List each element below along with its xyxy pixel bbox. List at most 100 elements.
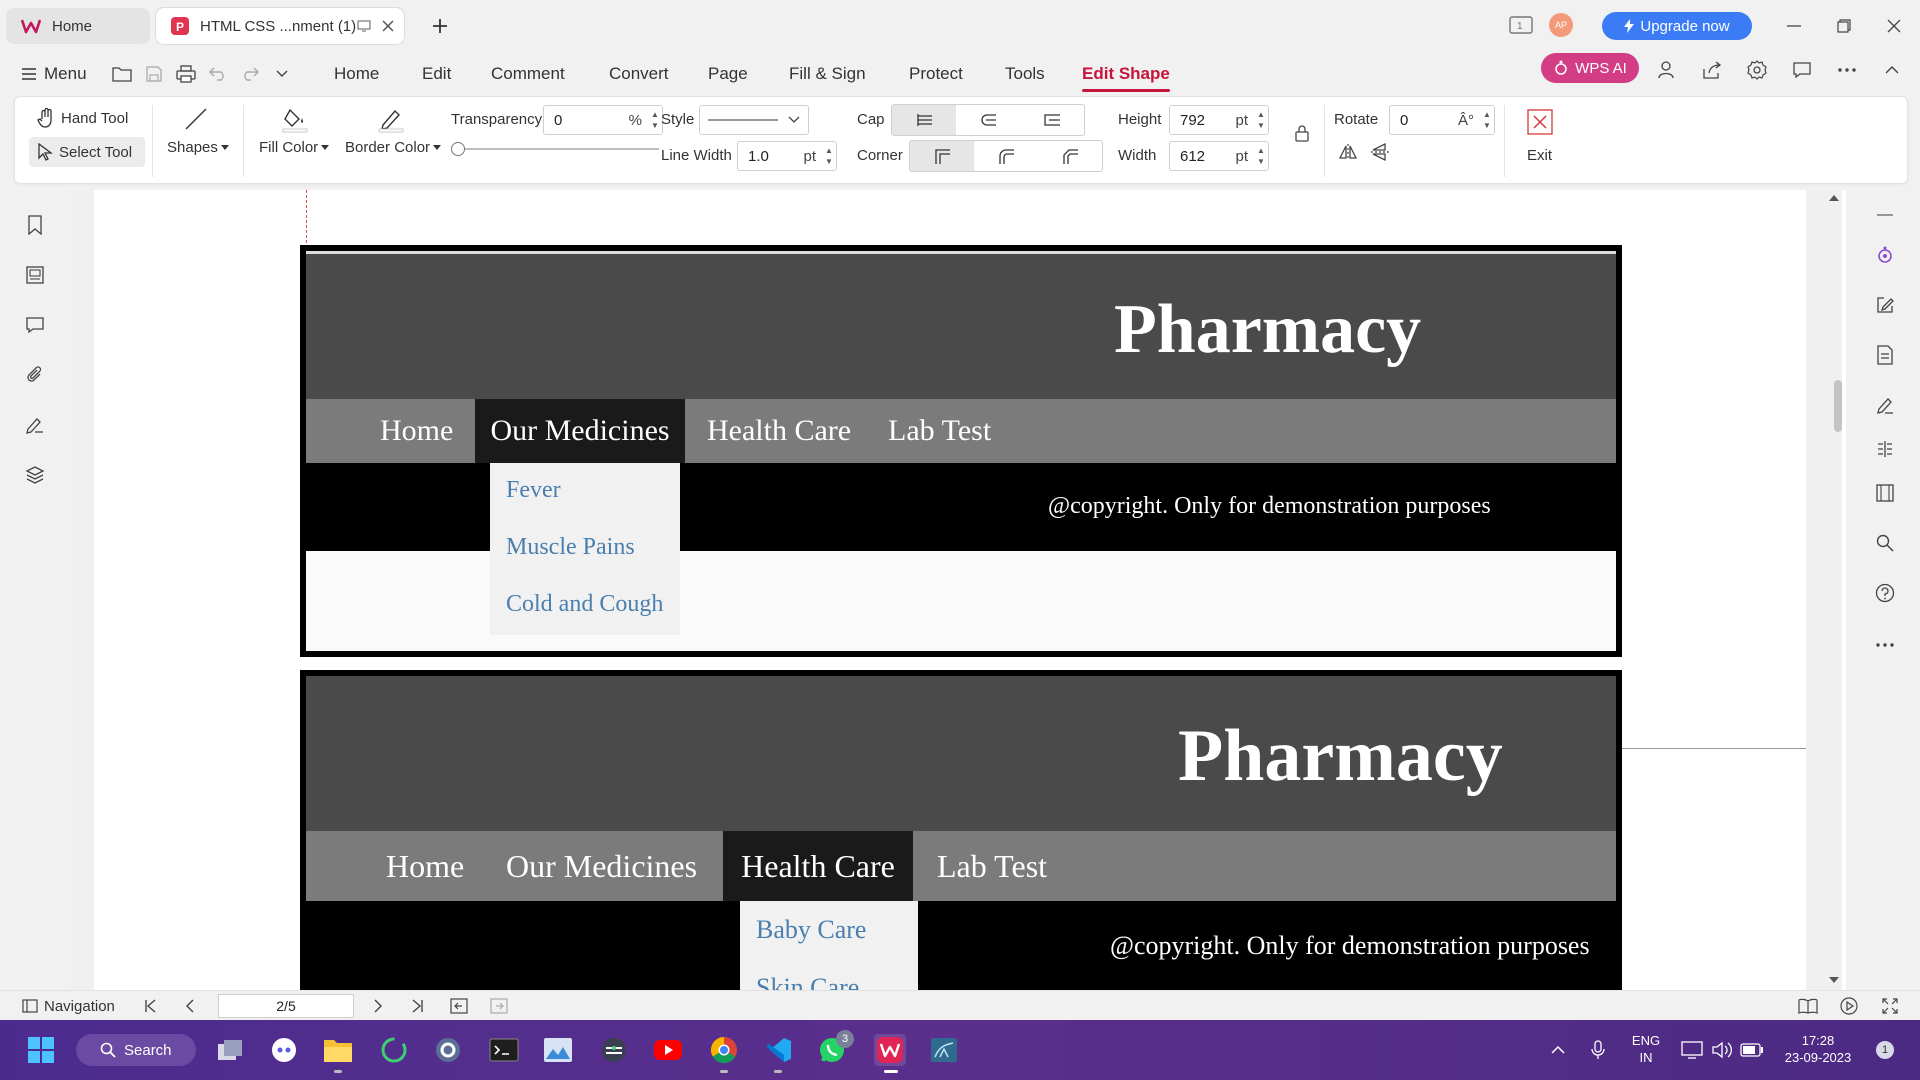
border-color-dropdown[interactable]: Border Color	[345, 139, 442, 156]
corner-miter-icon[interactable]	[910, 141, 974, 171]
spinner-arrows-icon[interactable]: ▲ ▼	[1480, 107, 1494, 133]
pen-sign-icon[interactable]	[1872, 392, 1898, 418]
restore-icon[interactable]	[1830, 12, 1858, 40]
tab-pin-icon[interactable]	[356, 16, 372, 36]
menu-item-convert[interactable]: Convert	[609, 52, 669, 96]
bookmark-icon[interactable]	[22, 212, 48, 238]
nav-item-home[interactable]: Home	[380, 399, 453, 463]
wps-office-icon[interactable]	[874, 1034, 906, 1066]
signature-icon[interactable]	[22, 412, 48, 438]
dropdown-item-cold-and-cough[interactable]: Cold and Cough	[506, 591, 663, 618]
chevron-down-icon[interactable]	[270, 62, 294, 86]
settings-gear-icon[interactable]	[1745, 58, 1769, 82]
show-hidden-icons[interactable]	[1542, 1034, 1574, 1066]
nav-item-our-medicines[interactable]: Our Medicines	[475, 399, 685, 463]
open-folder-icon[interactable]	[110, 62, 134, 86]
more-tools-icon[interactable]	[1872, 632, 1898, 658]
battery-icon[interactable]	[1736, 1034, 1768, 1066]
spinner-arrows-icon[interactable]: ▲ ▼	[1254, 107, 1268, 133]
border-pen-icon[interactable]	[377, 107, 405, 133]
line-shape-icon[interactable]	[184, 107, 208, 131]
help-icon[interactable]	[1872, 580, 1898, 606]
attachment-icon[interactable]	[22, 362, 48, 388]
spinner-arrows-icon[interactable]: ▲ ▼	[1254, 143, 1268, 169]
compare-columns-icon[interactable]	[1872, 436, 1898, 462]
edit-page-icon[interactable]	[1872, 292, 1898, 318]
nav-item-our-medicines[interactable]: Our Medicines	[506, 831, 697, 901]
avatar[interactable]: AP	[1549, 13, 1573, 37]
rotate-input[interactable]: 0 Â° ▲ ▼	[1389, 105, 1495, 135]
line-width-input[interactable]: 1.0 pt ▲ ▼	[737, 141, 837, 171]
share-icon[interactable]	[1700, 58, 1724, 82]
vertical-scrollbar[interactable]	[1826, 190, 1842, 990]
layers-icon[interactable]	[22, 462, 48, 488]
chat-icon[interactable]	[1790, 58, 1814, 82]
dropdown-item-baby-care[interactable]: Baby Care	[756, 915, 866, 945]
network-icon[interactable]	[1676, 1034, 1708, 1066]
first-page-icon[interactable]	[144, 995, 156, 1017]
dropdown-item-fever[interactable]: Fever	[506, 477, 561, 504]
settings-app-icon[interactable]	[432, 1034, 464, 1066]
comments-icon[interactable]	[22, 312, 48, 338]
cap-square-icon[interactable]	[1020, 105, 1084, 135]
navigation-toggle[interactable]: Navigation	[22, 995, 115, 1017]
chrome-icon[interactable]	[708, 1034, 740, 1066]
document-viewport[interactable]: Pharmacy Home Our Medicines Health Care …	[70, 190, 1836, 990]
lock-ratio-icon[interactable]	[1295, 124, 1309, 142]
last-page-icon[interactable]	[412, 995, 424, 1017]
reading-mode-icon[interactable]	[1798, 995, 1818, 1017]
fill-color-dropdown[interactable]: Fill Color	[259, 139, 330, 156]
collapse-ribbon-icon[interactable]	[1880, 58, 1904, 82]
exit-icon[interactable]	[1527, 109, 1553, 135]
wps-ai-button[interactable]: WPS AI	[1541, 53, 1639, 83]
menu-item-protect[interactable]: Protect	[909, 52, 963, 96]
minimize-icon[interactable]	[1780, 12, 1808, 40]
thumbnails-icon[interactable]	[22, 262, 48, 288]
menu-item-home[interactable]: Home	[334, 52, 379, 96]
tab-close-icon[interactable]	[380, 16, 396, 36]
undo-icon[interactable]	[206, 62, 230, 86]
file-explorer-icon[interactable]	[322, 1034, 354, 1066]
notification-count[interactable]: 1	[1876, 1041, 1894, 1059]
flip-vertical-icon[interactable]	[1370, 143, 1390, 161]
sync-app-icon[interactable]	[378, 1034, 410, 1066]
tab-document[interactable]: P HTML CSS ...nment (1)	[156, 8, 404, 44]
clock[interactable]: 17:28 23-09-2023	[1778, 1032, 1858, 1066]
document-convert-icon[interactable]	[1872, 342, 1898, 368]
scroll-up-icon[interactable]	[1829, 194, 1839, 202]
go-forward-icon[interactable]	[490, 995, 508, 1017]
network-app-icon[interactable]	[598, 1034, 630, 1066]
height-input[interactable]: 792 pt ▲ ▼	[1169, 105, 1269, 135]
flip-horizontal-icon[interactable]	[1338, 143, 1358, 161]
taskbar-search[interactable]: Search	[76, 1034, 196, 1066]
share-user-icon[interactable]	[1655, 58, 1679, 82]
chat-app-icon[interactable]	[268, 1034, 300, 1066]
photos-app-icon[interactable]	[542, 1034, 574, 1066]
print-icon[interactable]	[174, 62, 198, 86]
menu-item-fill-sign[interactable]: Fill & Sign	[789, 52, 866, 96]
terminal-icon[interactable]	[488, 1034, 520, 1066]
cap-round-icon[interactable]	[956, 105, 1020, 135]
menu-item-comment[interactable]: Comment	[491, 52, 565, 96]
play-slideshow-icon[interactable]	[1840, 995, 1858, 1017]
search-icon[interactable]	[1872, 530, 1898, 556]
exit-button[interactable]: Exit	[1527, 141, 1552, 169]
hand-tool-button[interactable]: Hand Tool	[37, 105, 128, 131]
microphone-icon[interactable]	[1582, 1034, 1614, 1066]
scrollbar-thumb[interactable]	[1834, 380, 1842, 432]
youtube-icon[interactable]	[652, 1034, 684, 1066]
line-style-select[interactable]	[699, 105, 809, 135]
page-number-input[interactable]: 2/5	[218, 994, 354, 1018]
transparency-input[interactable]: 0 % ▲ ▼	[543, 105, 663, 135]
select-tool-button[interactable]: Select Tool	[29, 137, 145, 167]
nav-item-home[interactable]: Home	[386, 831, 464, 901]
pharmacy-screenshot-1[interactable]: Pharmacy Home Our Medicines Health Care …	[300, 245, 1622, 657]
vscode-icon[interactable]	[762, 1034, 794, 1066]
dropdown-item-muscle-pains[interactable]: Muscle Pains	[506, 534, 635, 561]
nav-item-lab-test[interactable]: Lab Test	[888, 399, 991, 463]
shapes-dropdown[interactable]: Shapes	[167, 139, 229, 156]
menu-item-edit[interactable]: Edit	[422, 52, 451, 96]
dropdown-item-skin-care[interactable]: Skin Care	[756, 973, 859, 990]
nav-item-health-care[interactable]: Health Care	[723, 831, 913, 901]
menu-item-tools[interactable]: Tools	[1005, 52, 1045, 96]
